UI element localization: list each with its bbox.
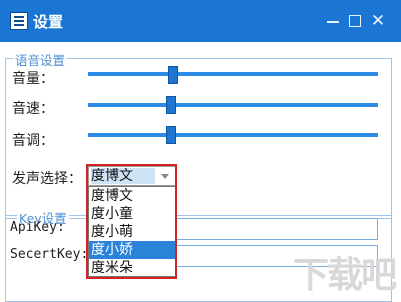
voice-select-label: 发声选择： bbox=[12, 171, 82, 187]
volume-slider-thumb[interactable] bbox=[168, 66, 178, 84]
settings-content: 语音设置 音量： 音速： 音调： 发声选择： Key设置 ApiKey: Sec… bbox=[0, 42, 401, 302]
volume-slider[interactable] bbox=[88, 72, 378, 76]
settings-app-icon bbox=[10, 12, 28, 30]
secret-key-label: SecertKey: bbox=[10, 247, 89, 262]
speed-label: 音速： bbox=[12, 101, 54, 117]
pitch-slider-thumb[interactable] bbox=[166, 126, 176, 144]
window-title: 设置 bbox=[33, 13, 64, 31]
minimize-icon[interactable] bbox=[324, 12, 342, 30]
speed-slider-thumb[interactable] bbox=[166, 96, 176, 114]
api-key-label: ApiKey: bbox=[10, 220, 65, 235]
highlight-box bbox=[86, 164, 177, 279]
volume-label: 音量： bbox=[12, 71, 54, 87]
pitch-slider[interactable] bbox=[88, 133, 378, 137]
voice-settings-legend: 语音设置 bbox=[13, 50, 68, 69]
maximize-icon[interactable] bbox=[346, 12, 364, 30]
close-icon[interactable]: ✕ bbox=[369, 12, 387, 30]
watermark: 下载吧 bbox=[292, 255, 397, 296]
title-bar: 设置 ✕ bbox=[0, 0, 401, 42]
voice-settings-group bbox=[5, 58, 392, 219]
speed-slider[interactable] bbox=[88, 103, 378, 107]
pitch-label: 音调： bbox=[12, 133, 54, 149]
